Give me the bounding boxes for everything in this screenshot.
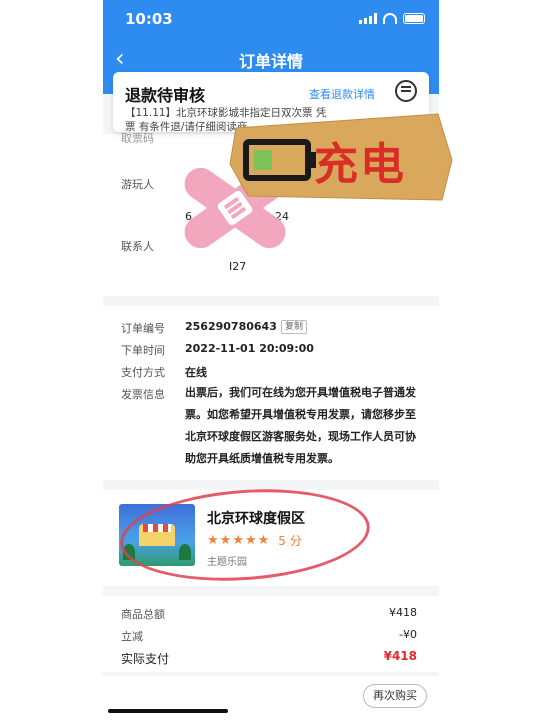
charge-text: 充电 bbox=[314, 139, 406, 190]
star-icon: ★ bbox=[257, 532, 270, 548]
pay-method-label: 支付方式 bbox=[121, 366, 165, 379]
status-time: 10:03 bbox=[125, 10, 173, 28]
star-icon: ★ bbox=[232, 532, 244, 548]
left-margin bbox=[0, 0, 103, 720]
invoice-text: 出票后，我们可在线为您开具增值税电子普通发票。如您希望开具增值税专用发票，请您移… bbox=[185, 386, 416, 465]
park-type: 主题乐园 bbox=[207, 557, 247, 568]
contact-phone-value: I27 bbox=[229, 260, 247, 273]
signal-icon bbox=[359, 13, 377, 24]
page-title: 订单详情 bbox=[238, 52, 303, 71]
battery-charging-icon bbox=[243, 139, 316, 181]
order-time-value: 2022-11-01 20:09:00 bbox=[185, 342, 314, 355]
payment-summary: 商品总额 ¥418 立减 -¥0 实际支付 ¥418 bbox=[103, 596, 439, 672]
rebuy-button[interactable]: 再次购买 bbox=[363, 684, 427, 708]
rating-stars: ★ ★ ★ ★ ★ 5 分 bbox=[207, 532, 302, 549]
screenshot: 10:03 ‹ 订单详情 退款待审核 查看退款详情 【11.11】北京环球影城非… bbox=[0, 0, 540, 720]
star-icon: ★ bbox=[244, 532, 257, 548]
total-value: ¥418 bbox=[389, 606, 417, 619]
park-card[interactable]: 北京环球度假区 ★ ★ ★ ★ ★ 5 分 主题乐园 bbox=[103, 490, 439, 586]
order-number-value: 256290780643 bbox=[185, 320, 277, 333]
battery-icon bbox=[403, 13, 425, 24]
visitor-label: 游玩人 bbox=[121, 178, 154, 191]
star-icon: ★ bbox=[207, 532, 219, 548]
copy-button[interactable]: 复制 bbox=[281, 320, 308, 334]
home-indicator bbox=[108, 709, 228, 713]
footer-bar: 再次购买 bbox=[103, 676, 439, 720]
pay-method-value: 在线 bbox=[185, 366, 207, 379]
wifi-icon bbox=[383, 13, 397, 24]
order-time-label: 下单时间 bbox=[121, 344, 165, 357]
star-icon: ★ bbox=[219, 532, 232, 548]
rating-score: 5 分 bbox=[278, 534, 302, 548]
charge-sticker: 充电 bbox=[228, 108, 456, 204]
status-bar: 10:03 bbox=[103, 0, 439, 38]
order-info-section: 订单编号 256290780643 复制 下单时间 2022-11-01 20:… bbox=[103, 306, 439, 480]
park-thumbnail[interactable] bbox=[119, 504, 195, 566]
refund-detail-link[interactable]: 查看退款详情 bbox=[309, 86, 375, 102]
park-name[interactable]: 北京环球度假区 bbox=[207, 508, 305, 528]
discount-label: 立减 bbox=[121, 630, 143, 643]
invoice-label: 发票信息 bbox=[121, 388, 165, 401]
contact-label: 联系人 bbox=[121, 240, 154, 253]
refund-status-title: 退款待审核 bbox=[125, 86, 206, 105]
discount-value: -¥0 bbox=[399, 628, 417, 641]
status-icons bbox=[359, 13, 425, 24]
actual-pay-value: ¥418 bbox=[383, 649, 417, 663]
chat-icon[interactable] bbox=[395, 80, 417, 102]
actual-pay-label: 实际支付 bbox=[121, 652, 170, 666]
order-number-label: 订单编号 bbox=[121, 322, 165, 335]
total-label: 商品总额 bbox=[121, 608, 165, 621]
